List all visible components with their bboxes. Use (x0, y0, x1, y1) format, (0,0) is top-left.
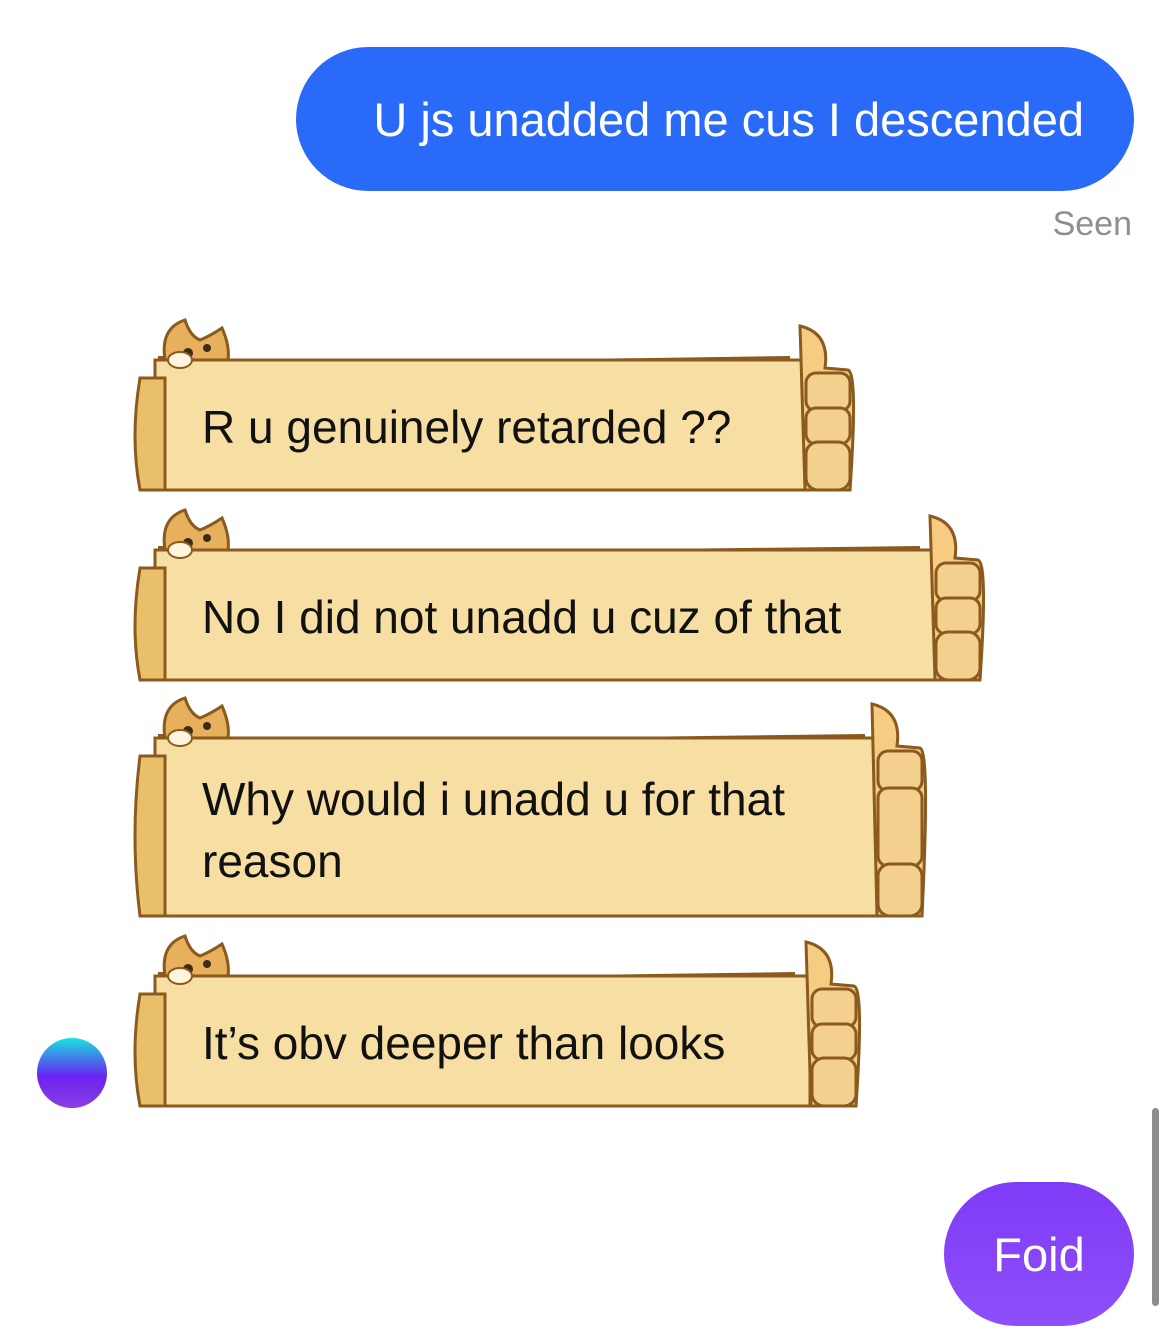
doge-icon (162, 696, 230, 747)
thumbs-up-paw-icon (804, 940, 862, 1108)
sent-message-bubble[interactable]: U js unadded me cus I descended (296, 47, 1134, 191)
doge-icon (162, 934, 230, 985)
received-message-bubble[interactable]: It’s obv deeper than looks (130, 934, 865, 1112)
received-message-text: No I did not unadd u cuz of that (202, 591, 842, 643)
received-message-bubble[interactable]: Why would i unadd u for that reason (130, 696, 930, 922)
avatar[interactable] (37, 1038, 107, 1108)
scrollbar[interactable] (1152, 1108, 1159, 1306)
received-message-text: It’s obv deeper than looks (202, 1017, 726, 1069)
received-message-text: R u genuinely retarded ?? (202, 401, 732, 453)
received-message-bubble[interactable]: R u genuinely retarded ?? (130, 318, 860, 496)
sent-message-text: Foid (993, 1227, 1085, 1281)
thumbs-up-paw-icon (798, 324, 856, 492)
sent-message-bubble[interactable]: Foid (944, 1182, 1134, 1326)
seen-status: Seen (1052, 205, 1132, 243)
doge-icon (162, 508, 230, 559)
thumbs-up-paw-icon (870, 702, 928, 918)
doge-icon (162, 318, 230, 369)
thumbs-up-paw-icon (928, 514, 986, 682)
received-message-text: Why would i unadd u for that reason (202, 773, 785, 887)
sent-message-text: U js unadded me cus I descended (373, 92, 1084, 146)
received-message-bubble[interactable]: No I did not unadd u cuz of that (130, 508, 990, 686)
